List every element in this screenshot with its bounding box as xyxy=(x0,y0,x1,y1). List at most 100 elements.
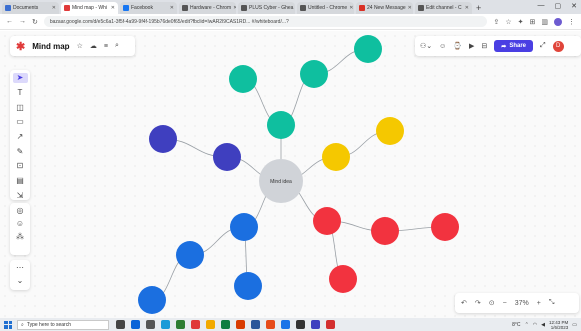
profile-avatar[interactable] xyxy=(554,17,562,26)
maximize-icon[interactable]: ▢ xyxy=(555,2,562,10)
browser-tab[interactable]: Untitled - Chrome ✕ xyxy=(297,2,354,14)
mind-map-node[interactable] xyxy=(234,272,262,300)
tab-close-icon[interactable]: ✕ xyxy=(347,5,353,11)
zoom-in-icon[interactable]: + xyxy=(537,300,541,307)
taskbar-app-icon[interactable] xyxy=(116,320,125,329)
browser-tab[interactable]: 24 New Message ✕ xyxy=(356,2,413,14)
mind-map-node[interactable] xyxy=(371,217,399,245)
sidepanel-icon[interactable]: ▥ xyxy=(541,18,548,26)
taskbar-app-icon[interactable] xyxy=(251,320,260,329)
connector-tool-icon[interactable]: ↗ xyxy=(13,132,28,142)
taskbar-app-icon[interactable] xyxy=(296,320,305,329)
comment-tool-icon[interactable]: ▤ xyxy=(13,176,28,186)
taskbar-search[interactable]: ⌕ Type here to search xyxy=(17,319,109,330)
back-icon[interactable]: ← xyxy=(6,18,13,25)
minimap-icon[interactable]: ⊙ xyxy=(489,299,495,307)
reload-icon[interactable]: ↻ xyxy=(32,18,38,26)
cloud-icon[interactable]: ☁ xyxy=(90,42,97,50)
puzzle-icon[interactable]: ⊞ xyxy=(530,18,536,26)
browser-tab[interactable]: PLUS Cyber - Ghea✕ xyxy=(238,2,295,14)
kebab-menu-icon[interactable]: ⋮ xyxy=(568,18,575,26)
taskbar-app-icon[interactable] xyxy=(326,320,335,329)
mind-map-node[interactable] xyxy=(267,111,295,139)
windows-start-icon[interactable] xyxy=(4,320,12,329)
mind-map-node[interactable] xyxy=(313,207,341,235)
mind-map-node[interactable] xyxy=(138,286,166,314)
browser-tab[interactable]: Documents ✕ xyxy=(2,2,59,14)
mind-map-node[interactable] xyxy=(230,213,258,241)
redo-icon[interactable]: ↷ xyxy=(475,299,481,307)
miro-logo-icon[interactable]: ✱ xyxy=(16,40,25,53)
browser-tab[interactable]: Facebook ✕ xyxy=(120,2,177,14)
wifi-icon[interactable]: ◠ xyxy=(533,322,537,328)
new-tab-button[interactable]: + xyxy=(476,3,481,13)
taskbar-app-icon[interactable] xyxy=(221,320,230,329)
star-icon[interactable]: ☆ xyxy=(77,42,83,50)
shape-tool-icon[interactable]: ▭ xyxy=(13,117,28,127)
chevron-down-icon[interactable]: ⌄ xyxy=(17,276,24,285)
browser-tab[interactable]: Hardware - Chrom ✕ xyxy=(179,2,236,14)
apps-icon[interactable]: ⊟ xyxy=(481,42,487,50)
taskbar-app-icon[interactable] xyxy=(266,320,275,329)
notifications-icon[interactable]: ▭ xyxy=(572,322,577,328)
center-node-label[interactable]: Mind idea xyxy=(270,179,292,185)
mind-map-node[interactable] xyxy=(229,65,257,93)
weather-temp[interactable]: 8°C xyxy=(512,322,520,328)
tab-close-icon[interactable]: ✕ xyxy=(231,5,236,11)
zoom-level[interactable]: 37% xyxy=(515,300,529,307)
close-window-icon[interactable]: ✕ xyxy=(571,2,577,10)
timer-icon[interactable]: ⌚ xyxy=(453,42,462,50)
upload-tool-icon[interactable]: ⇲ xyxy=(13,190,28,200)
collaborators-icon[interactable]: ⚇⌄ xyxy=(420,42,432,50)
search-icon[interactable]: ⌕ xyxy=(115,42,119,50)
reactions-icon[interactable]: ☺ xyxy=(439,43,446,50)
mind-map-node[interactable] xyxy=(431,213,459,241)
share-page-icon[interactable]: ⇪ xyxy=(493,18,499,26)
clock[interactable]: 12:43 PM 1/6/2023 xyxy=(549,320,568,330)
taskbar-app-icon[interactable] xyxy=(176,320,185,329)
tab-close-icon[interactable]: ✕ xyxy=(406,5,412,11)
undo-icon[interactable]: ↶ xyxy=(461,299,467,307)
tab-close-icon[interactable]: ✕ xyxy=(109,5,115,11)
mind-map-node[interactable] xyxy=(149,125,177,153)
minimize-icon[interactable]: — xyxy=(538,2,545,10)
emoji-tool-icon[interactable]: ☺ xyxy=(16,219,24,228)
mind-map-node[interactable] xyxy=(329,265,357,293)
board-title[interactable]: Mind map xyxy=(32,42,69,51)
url-field[interactable]: bazaar.google.com/d/e5c6a1-3f5f-4a99-9f4… xyxy=(43,16,488,27)
mind-map-node[interactable] xyxy=(354,35,382,63)
frame-tool-icon[interactable]: ⊡ xyxy=(13,161,28,171)
zoom-out-icon[interactable]: − xyxy=(503,300,507,307)
mind-map-node[interactable] xyxy=(376,117,404,145)
taskbar-app-icon[interactable] xyxy=(146,320,155,329)
mind-map-node[interactable] xyxy=(322,143,350,171)
taskbar-app-icon[interactable] xyxy=(311,320,320,329)
tab-close-icon[interactable]: ✕ xyxy=(293,5,295,11)
select-tool-icon[interactable]: ➤ xyxy=(12,73,28,83)
browser-tab[interactable]: Edit channel - C ✕ xyxy=(415,2,472,14)
taskbar-app-icon[interactable] xyxy=(161,320,170,329)
text-tool-icon[interactable]: T xyxy=(13,88,28,98)
taskbar-app-icon[interactable] xyxy=(236,320,245,329)
fullscreen-icon[interactable]: ⤡ xyxy=(549,299,555,307)
extension-icon[interactable]: ✦ xyxy=(518,18,524,26)
bookmark-star-icon[interactable]: ☆ xyxy=(505,18,511,26)
present-icon[interactable]: ▶ xyxy=(469,42,474,50)
taskbar-app-icon[interactable] xyxy=(281,320,290,329)
tab-close-icon[interactable]: ✕ xyxy=(463,5,469,11)
mindmap-tool-icon[interactable]: ◎ xyxy=(17,206,24,215)
tab-close-icon[interactable]: ✕ xyxy=(50,5,56,11)
taskbar-app-icon[interactable] xyxy=(191,320,200,329)
menu-icon[interactable]: ≡ xyxy=(104,43,108,50)
taskbar-app-icon[interactable] xyxy=(131,320,140,329)
mind-map-node[interactable] xyxy=(300,60,328,88)
sticky-note-tool-icon[interactable]: ◫ xyxy=(13,102,28,112)
more-tools-icon[interactable]: ⋯ xyxy=(16,263,24,272)
templates-tool-icon[interactable]: ⁂ xyxy=(16,232,24,241)
speaker-icon[interactable]: ◀ xyxy=(541,322,545,328)
user-avatar[interactable]: D xyxy=(552,40,564,52)
expand-icon[interactable]: ⤢ xyxy=(540,42,546,50)
share-button[interactable]: ➦ Share xyxy=(494,40,533,52)
mind-map-node[interactable] xyxy=(213,143,241,171)
tray-up-icon[interactable]: ⌃ xyxy=(525,322,529,328)
